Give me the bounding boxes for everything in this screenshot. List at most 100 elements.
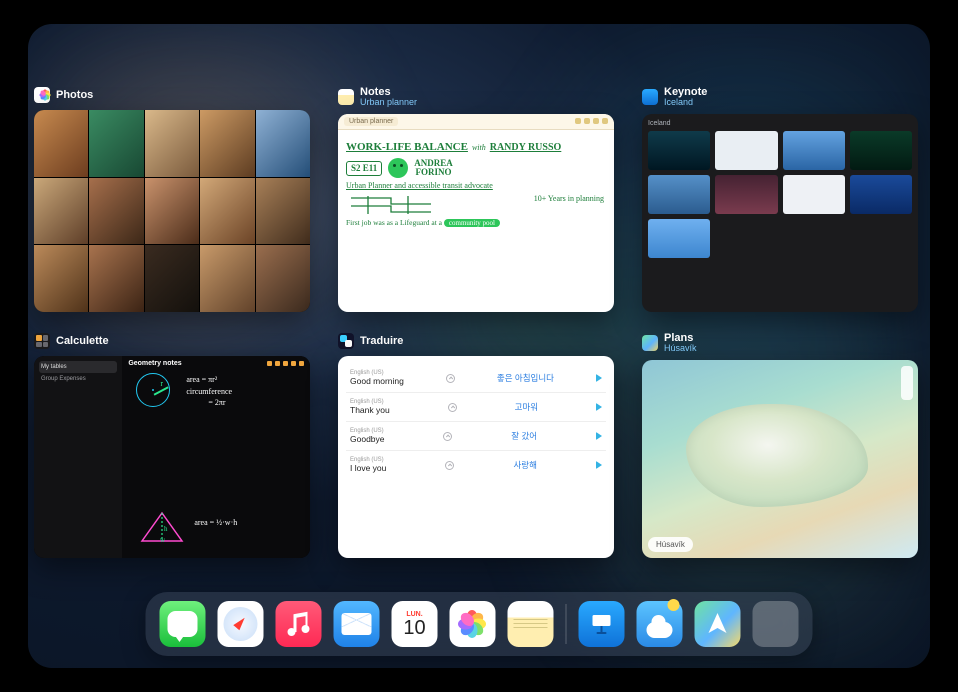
sidebar-item: My tables bbox=[39, 361, 117, 373]
sidebar-item: Group Expenses bbox=[39, 373, 117, 385]
translate-row: English (US) Good morning 좋은 아침입니다 bbox=[346, 364, 606, 393]
ipad-frame: Photos Notes bbox=[0, 0, 958, 692]
toolbar-icon bbox=[602, 118, 608, 124]
app-switcher-grid: Photos Notes bbox=[34, 86, 918, 558]
photos-icon bbox=[457, 608, 489, 640]
note-toolbar-icons bbox=[267, 361, 304, 366]
translate-row: English (US) I love you 사랑해 bbox=[346, 451, 606, 479]
note-doc-title: Urban planner bbox=[344, 117, 398, 126]
dock-recent-maps[interactable] bbox=[695, 601, 741, 647]
svg-text:h: h bbox=[164, 525, 168, 533]
dock-recent-weather[interactable] bbox=[637, 601, 683, 647]
episode-badge: S2 E11 bbox=[346, 161, 382, 176]
slide-thumb bbox=[715, 131, 777, 170]
notes-toolbar: Urban planner bbox=[338, 114, 614, 130]
note-pill: community pool bbox=[444, 219, 500, 227]
years-line: 10+ Years in planning bbox=[534, 194, 604, 204]
note-guest: RANDY RUSSO bbox=[490, 142, 562, 153]
keynote-icon bbox=[589, 611, 615, 637]
dst-text: 잘 갔어 bbox=[511, 430, 537, 442]
slide-thumb bbox=[783, 175, 845, 214]
app-card-traduire[interactable]: Traduire English (US) Good morning 좋은 아침… bbox=[338, 332, 614, 558]
card-header: Photos bbox=[34, 86, 310, 104]
slide-thumb bbox=[648, 219, 710, 258]
dock-app-notes[interactable] bbox=[508, 601, 554, 647]
translate-preview: English (US) Good morning 좋은 아침입니다 Engli… bbox=[338, 356, 614, 558]
dock-app-music[interactable] bbox=[276, 601, 322, 647]
safari-icon bbox=[224, 607, 258, 641]
host-last: FORINO bbox=[416, 167, 452, 177]
card-header: Calculette bbox=[34, 332, 310, 350]
card-title: Calculette bbox=[56, 335, 109, 347]
slide-thumb bbox=[850, 175, 912, 214]
triangle-drawing-icon: h w bbox=[138, 509, 188, 545]
dock: LUN. 10 bbox=[146, 592, 813, 656]
dock-recent-keynote[interactable] bbox=[579, 601, 625, 647]
circle-drawing-icon bbox=[136, 373, 170, 407]
notes-preview: Urban planner WORK-LIFE BALANCE with RAN… bbox=[338, 114, 614, 312]
maps-icon bbox=[642, 335, 658, 351]
note-tagline: Urban Planner and accessible transit adv… bbox=[346, 181, 606, 191]
card-header: Keynote Iceland bbox=[642, 86, 918, 108]
maps-controls bbox=[901, 366, 913, 400]
src-text: Thank you bbox=[350, 405, 390, 415]
keynote-icon bbox=[642, 89, 658, 105]
cloud-icon bbox=[647, 622, 673, 638]
dock-app-calendar[interactable]: LUN. 10 bbox=[392, 601, 438, 647]
iceland-shape bbox=[686, 404, 868, 507]
dst-text: 고마워 bbox=[515, 401, 538, 413]
formula-area-triangle: area = ½·w·h bbox=[194, 518, 237, 527]
dock-app-messages[interactable] bbox=[160, 601, 206, 647]
dock-separator bbox=[566, 604, 567, 644]
face-doodle-icon bbox=[388, 158, 408, 178]
geometry-title: Geometry notes bbox=[128, 360, 181, 367]
expand-icon bbox=[443, 432, 452, 441]
expand-icon bbox=[445, 461, 454, 470]
toolbar-icon bbox=[593, 118, 599, 124]
app-card-photos[interactable]: Photos bbox=[34, 86, 310, 312]
app-card-notes[interactable]: Notes Urban planner Urban planner bbox=[338, 86, 614, 312]
slide-thumb bbox=[850, 131, 912, 170]
card-subtitle: Húsavík bbox=[664, 344, 697, 354]
src-text: Good morning bbox=[350, 376, 404, 386]
notes-icon bbox=[338, 89, 354, 105]
formula-circumference: circumference bbox=[186, 387, 232, 396]
card-title: Traduire bbox=[360, 335, 403, 347]
dock-recent-app-group[interactable] bbox=[753, 601, 799, 647]
maps-preview: Húsavík bbox=[642, 360, 918, 558]
app-card-calculette[interactable]: Calculette My tables Group Expenses Geom… bbox=[34, 332, 310, 558]
card-header: Traduire bbox=[338, 332, 614, 350]
card-header: Plans Húsavík bbox=[642, 332, 918, 354]
note-footer: First job was as a Lifeguard at a bbox=[346, 218, 442, 227]
mail-icon bbox=[342, 613, 372, 635]
play-icon bbox=[596, 374, 602, 382]
play-icon bbox=[596, 461, 602, 469]
card-header: Notes Urban planner bbox=[338, 86, 614, 108]
music-icon bbox=[288, 612, 310, 636]
expand-icon bbox=[448, 403, 457, 412]
toolbar-icon bbox=[584, 118, 590, 124]
photos-preview bbox=[34, 110, 310, 312]
translate-row: English (US) Thank you 고마워 bbox=[346, 393, 606, 422]
dock-app-mail[interactable] bbox=[334, 601, 380, 647]
toolbar-icon bbox=[575, 118, 581, 124]
play-icon bbox=[596, 403, 602, 411]
notes-icon bbox=[514, 619, 548, 641]
photos-icon bbox=[34, 87, 50, 103]
formula-circumference-val: = 2πr bbox=[208, 398, 225, 407]
screen: Photos Notes bbox=[28, 24, 930, 668]
keynote-project-title: Iceland bbox=[648, 120, 912, 127]
app-card-plans[interactable]: Plans Húsavík Húsavík bbox=[642, 332, 918, 558]
dock-app-photos[interactable] bbox=[450, 601, 496, 647]
dst-text: 사랑해 bbox=[513, 459, 536, 471]
app-card-keynote[interactable]: Keynote Iceland Iceland bbox=[642, 86, 918, 312]
card-subtitle: Iceland bbox=[664, 98, 707, 108]
map-doodle-icon bbox=[346, 194, 446, 216]
src-text: Goodbye bbox=[350, 434, 385, 444]
slide-thumb bbox=[715, 175, 777, 214]
card-title: Photos bbox=[56, 89, 93, 101]
maps-search-pill: Húsavík bbox=[648, 537, 693, 552]
dock-app-safari[interactable] bbox=[218, 601, 264, 647]
calculator-icon bbox=[34, 333, 50, 349]
keynote-preview: Iceland bbox=[642, 114, 918, 312]
